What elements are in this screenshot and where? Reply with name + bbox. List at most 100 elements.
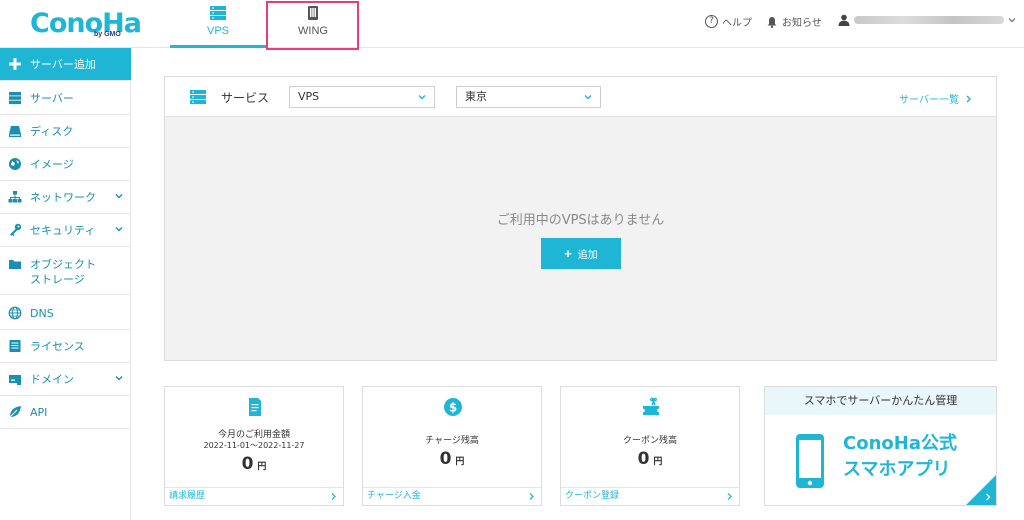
- sidebar-item-label: ドメイン: [30, 373, 74, 386]
- billing-history-link[interactable]: 請求履歴: [165, 487, 343, 505]
- leaf-icon: [9, 406, 21, 418]
- server-list-label: サーバー一覧: [899, 95, 959, 106]
- chevron-right-icon: [986, 493, 991, 501]
- help-label: ヘルプ: [722, 18, 752, 29]
- sidebar-item-api[interactable]: API: [0, 396, 131, 429]
- empty-message: ご利用中のVPSはありません: [496, 213, 665, 228]
- sidebar: サーバー追加 サーバー ディスク イメージ ネットワーク セキュリティ オブジェ…: [0, 48, 131, 520]
- sidebar-item-network[interactable]: ネットワーク: [0, 181, 131, 214]
- sidebar-item-image[interactable]: イメージ: [0, 148, 131, 181]
- usage-card: 今月のご利用金額 2022-11-01～2022-11-27 0円 請求履歴: [164, 386, 344, 506]
- sidebar-item-dns[interactable]: DNS: [0, 297, 131, 330]
- region-select-value: 東京: [465, 90, 487, 103]
- help-link[interactable]: ? ヘルプ: [705, 14, 752, 29]
- notice-link[interactable]: お知らせ: [766, 14, 822, 29]
- coupon-amount: 0: [637, 449, 650, 469]
- wing-icon: [308, 6, 318, 20]
- sidebar-item-label: サーバー追加: [30, 58, 96, 71]
- chevron-down-icon: [1008, 18, 1016, 23]
- user-icon: [838, 14, 850, 26]
- user-email-blurred: [854, 16, 1004, 24]
- chevron-right-icon: [529, 493, 534, 500]
- chevron-right-icon: [331, 493, 336, 500]
- charge-unit: 円: [455, 457, 465, 467]
- smartphone-app-banner[interactable]: スマホでサーバーかんたん管理 ConoHa公式 スマホアプリ: [764, 386, 997, 506]
- invoice-icon: [249, 398, 261, 416]
- usage-amount: 0: [241, 454, 254, 474]
- app-name: ConoHa公式 スマホアプリ: [843, 431, 957, 483]
- coupon-title: クーポン残高: [622, 436, 677, 446]
- sidebar-item-object-storage[interactable]: オブジェクト ストレージ: [0, 247, 131, 295]
- sidebar-item-disk[interactable]: ディスク: [0, 115, 131, 148]
- chevron-right-icon: [966, 95, 971, 102]
- disk-icon: [9, 126, 21, 137]
- app-banner-tagline: スマホでサーバーかんたん管理: [765, 387, 996, 415]
- tab-vps-label: VPS: [206, 25, 229, 37]
- key-icon: [10, 223, 22, 236]
- tab-wing-label: WING: [298, 25, 328, 37]
- plus-icon: +: [564, 246, 572, 261]
- globe-icon: [8, 306, 22, 320]
- sidebar-item-security[interactable]: セキュリティ: [0, 214, 131, 247]
- billing-history-label: 請求履歴: [169, 491, 206, 501]
- image-icon: [9, 158, 21, 170]
- app-name-line1: ConoHa公式: [843, 433, 957, 454]
- sidebar-item-label: セキュリティ: [30, 224, 96, 237]
- sidebar-item-label: ライセンス: [30, 340, 85, 353]
- coupon-icon: [641, 397, 661, 415]
- chevron-right-icon: [727, 493, 732, 500]
- sidebar-item-server[interactable]: サーバー: [0, 82, 131, 115]
- add-server-button[interactable]: + 追加: [541, 238, 621, 269]
- charge-deposit-label: チャージ入金: [367, 491, 421, 501]
- sidebar-item-label: イメージ: [30, 158, 74, 171]
- bell-icon: [767, 16, 777, 28]
- domain-icon: [9, 375, 21, 385]
- notice-label: お知らせ: [782, 18, 822, 29]
- tab-wing[interactable]: WING: [267, 0, 359, 48]
- logo-sub: by GMO: [94, 31, 121, 38]
- charge-amount: 0: [439, 449, 452, 469]
- chevron-down-icon: [115, 194, 123, 199]
- user-menu[interactable]: [838, 14, 1016, 26]
- service-panel: サービス VPS 東京 サーバー一覧 ご利用中のVPSはありません + 追加: [164, 76, 997, 361]
- service-label: サービス: [221, 91, 270, 105]
- sidebar-item-label: DNS: [30, 306, 54, 320]
- sidebar-item-add-server[interactable]: サーバー追加: [0, 48, 131, 81]
- network-icon: [8, 191, 22, 203]
- usage-title: 今月のご利用金額: [217, 430, 290, 440]
- coupon-register-label: クーポン登録: [565, 491, 620, 501]
- help-icon: ?: [705, 15, 718, 28]
- service-select[interactable]: VPS: [289, 86, 435, 108]
- service-panel-header: サービス VPS 東京 サーバー一覧: [165, 77, 996, 117]
- folder-icon: [9, 260, 21, 269]
- server-icon: [9, 92, 21, 105]
- dollar-icon: $: [444, 398, 462, 416]
- sidebar-item-label: ネットワーク: [30, 191, 96, 204]
- conoha-logo[interactable]: ConoHa by GMO: [30, 6, 142, 42]
- usage-period: 2022-11-01～2022-11-27: [203, 441, 305, 450]
- add-button-label: 追加: [577, 250, 598, 261]
- sidebar-item-domain[interactable]: ドメイン: [0, 363, 131, 396]
- server-icon: [190, 90, 206, 104]
- app-name-line2: スマホアプリ: [843, 459, 951, 480]
- plus-icon: [9, 58, 21, 70]
- sidebar-item-label: API: [30, 405, 48, 419]
- tab-vps[interactable]: VPS: [170, 0, 266, 48]
- top-header: ConoHa by GMO VPS WING ? ヘルプ お知らせ: [0, 0, 1024, 50]
- smartphone-icon: [796, 434, 824, 488]
- coupon-unit: 円: [653, 457, 663, 467]
- server-list-link[interactable]: サーバー一覧: [899, 91, 972, 106]
- charge-deposit-link[interactable]: チャージ入金: [363, 487, 541, 505]
- chevron-down-icon: [418, 95, 426, 100]
- sidebar-item-label: ディスク: [30, 125, 74, 138]
- sidebar-item-license[interactable]: ライセンス: [0, 330, 131, 363]
- service-panel-body: ご利用中のVPSはありません + 追加: [165, 117, 996, 360]
- coupon-register-link[interactable]: クーポン登録: [561, 487, 739, 505]
- license-icon: [9, 340, 21, 352]
- coupon-amount-wrap: 0円: [561, 449, 739, 469]
- region-select[interactable]: 東京: [456, 86, 601, 108]
- svg-text:$: $: [449, 401, 457, 415]
- chevron-down-icon: [115, 376, 123, 381]
- sidebar-item-label-line1: オブジェクト: [30, 258, 96, 271]
- coupon-card: クーポン残高 0円 クーポン登録: [560, 386, 740, 506]
